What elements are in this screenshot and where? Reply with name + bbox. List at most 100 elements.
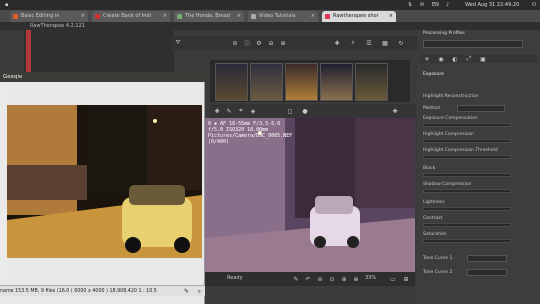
transform-tab-icon[interactable]: ⤢ — [465, 55, 473, 63]
thumbnail[interactable] — [250, 63, 283, 101]
browser-tab[interactable]: Create Bank of Indi × — [92, 11, 170, 22]
tool-tabs: ☀ ◉ ◐ ⤢ ▣ — [419, 55, 538, 63]
filmstrip — [210, 60, 410, 102]
zoom-100-icon[interactable]: ⊕ — [351, 274, 361, 284]
compare-icon[interactable]: ▭ — [388, 274, 398, 284]
expand-icon[interactable]: ✚ — [390, 106, 400, 116]
contrast-label: Contrast — [423, 216, 443, 221]
highlight-compression-label: Highlight Compression — [423, 132, 474, 137]
sound-icon[interactable]: ♪ — [446, 0, 449, 10]
zoom-icon[interactable]: ⌕ — [198, 286, 201, 296]
favicon — [251, 14, 256, 19]
refresh-icon[interactable]: ↻ — [396, 38, 406, 48]
keyboard-indicator[interactable]: EN — [432, 0, 439, 10]
profile-select[interactable] — [423, 40, 523, 48]
pencil-icon[interactable]: ✎ — [291, 274, 301, 284]
highlight-reconstruction-checkbox[interactable]: Highlight Reconstruction — [423, 94, 533, 99]
add-icon[interactable]: ✚ — [332, 38, 342, 48]
highlight-threshold-label: Highlight Compression Threshold — [423, 148, 498, 153]
thumbnail[interactable] — [355, 63, 388, 101]
lightness-label: Lightness — [423, 200, 445, 205]
clock[interactable]: Wed Aug 31 22:49:20 — [465, 0, 519, 10]
thumbnail[interactable] — [215, 63, 248, 101]
edit-icon[interactable]: ✎ — [184, 286, 189, 296]
straighten-icon[interactable]: ◈ — [248, 106, 258, 116]
stop-icon[interactable]: ⊘ — [230, 38, 240, 48]
exif-overlay: 0 ▪ AF 18-55mm F/3.5-5.6 f/5.0 ISO320 18… — [208, 121, 293, 145]
saturation-slider[interactable] — [423, 239, 511, 243]
exposure-compensation-label: Exposure Compensation — [423, 116, 478, 121]
gear-icon[interactable]: ⚙ — [254, 38, 264, 48]
browser-tab[interactable]: The Honda, Bread × — [174, 11, 244, 22]
network-icon[interactable]: ⇅ — [408, 0, 412, 10]
ready-label: Ready — [227, 275, 243, 281]
close-icon[interactable]: × — [163, 11, 167, 22]
zoom-fit-icon[interactable]: ⊙ — [327, 274, 337, 284]
highlight-threshold-slider[interactable] — [423, 155, 511, 159]
list-icon[interactable]: ☰ — [364, 38, 374, 48]
browser-tab[interactable]: Video Tutorials × — [248, 11, 318, 22]
highlight-compression-slider[interactable] — [423, 139, 511, 143]
contrast-slider[interactable] — [423, 223, 511, 227]
processing-profiles-label: Processing Profiles — [423, 31, 465, 36]
focus-mask-icon[interactable]: ◻ — [285, 106, 295, 116]
favicon — [177, 14, 182, 19]
system-indicator: ▪ — [5, 2, 9, 8]
tool-panel: Processing Profiles ☀ ◉ ◐ ⤢ ▣ Exposure H… — [417, 30, 540, 304]
color-channel-icon[interactable]: ● — [300, 106, 310, 116]
mail-icon[interactable]: ✉ — [420, 0, 424, 10]
color-label-column — [26, 30, 31, 74]
pipette-icon[interactable]: ✎ — [224, 106, 234, 116]
filter-icon[interactable]: ⛛ — [173, 38, 183, 48]
close-icon[interactable]: × — [237, 11, 241, 22]
tone-curve-1-select[interactable] — [467, 255, 507, 262]
close-icon[interactable]: × — [389, 11, 393, 22]
exposure-compensation-slider[interactable] — [423, 123, 511, 127]
favicon — [325, 14, 330, 19]
shadow-compression-label: Shadow Compression — [423, 182, 472, 187]
tone-curve-2-select[interactable] — [467, 269, 507, 276]
image-preview[interactable]: 0 ▪ AF 18-55mm F/3.5-5.6 f/5.0 ISO320 18… — [205, 118, 415, 274]
exposure-tab-icon[interactable]: ☀ — [423, 55, 431, 63]
zoom-in-icon[interactable]: ⊕ — [278, 38, 288, 48]
grid-icon[interactable]: ▦ — [380, 38, 390, 48]
editor-bottom-bar: Ready ✎ ↶ ⊖ ⊙ ⊕ ⊕ 33% ▭ ⊞ — [205, 272, 415, 286]
file-browser-strip — [24, 30, 174, 74]
crop-icon[interactable]: ⌗ — [236, 106, 246, 116]
color-tab-icon[interactable]: ◐ — [451, 55, 459, 63]
close-icon[interactable]: × — [81, 11, 85, 22]
detail-icon[interactable]: ⊞ — [401, 274, 411, 284]
system-top-bar: ▪ ⇅ ✉ EN ♪ Wed Aug 31 22:49:20 ⏻ — [0, 0, 540, 10]
geeqie-status-text: name 153.5 MB, 9 files (16.0 ( 6000 x 40… — [0, 289, 157, 294]
method-select[interactable] — [457, 105, 505, 112]
detail-tab-icon[interactable]: ◉ — [437, 55, 445, 63]
browser-tab-strip: Basic Editing in × Create Bank of Indi × T… — [0, 10, 540, 22]
zoom-in-icon[interactable]: ⊕ — [339, 274, 349, 284]
saturation-label: Saturation — [423, 232, 447, 237]
thumbnail[interactable] — [320, 63, 353, 101]
black-slider[interactable] — [423, 173, 511, 177]
undo-icon[interactable]: ↶ — [303, 274, 313, 284]
browser-tab-active[interactable]: Rawtherapee shor × — [322, 11, 396, 22]
shadow-compression-slider[interactable] — [423, 189, 511, 193]
geeqie-sidebar — [0, 84, 7, 284]
geeqie-image-view[interactable] — [7, 105, 202, 258]
browser-tab[interactable]: Basic Editing in × — [10, 11, 88, 22]
close-icon[interactable]: × — [311, 11, 315, 22]
info-icon[interactable]: ⓘ — [242, 38, 252, 48]
zoom-level: 33% — [365, 275, 377, 281]
rawtherapee-title: RawTherapee 4.2.121 — [0, 22, 540, 30]
favicon — [95, 14, 100, 19]
zoom-out-icon[interactable]: ⊖ — [266, 38, 276, 48]
thumbnail[interactable] — [285, 63, 318, 101]
search-icon[interactable]: ⌕ — [348, 38, 358, 48]
editor-toolbar: ✚ ✎ ⌗ ◈ ◻ ● ✚ — [210, 104, 416, 118]
zoom-out-icon[interactable]: ⊖ — [315, 274, 325, 284]
black-label: Black — [423, 166, 436, 171]
geeqie-photo — [7, 105, 202, 258]
exposure-section-header[interactable]: Exposure — [423, 72, 533, 77]
lightness-slider[interactable] — [423, 207, 511, 211]
raw-tab-icon[interactable]: ▣ — [479, 55, 487, 63]
power-icon[interactable]: ⏻ — [532, 0, 536, 10]
hand-icon[interactable]: ✚ — [212, 106, 222, 116]
